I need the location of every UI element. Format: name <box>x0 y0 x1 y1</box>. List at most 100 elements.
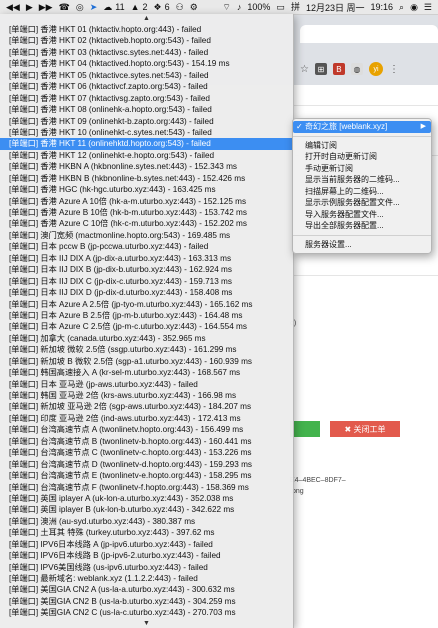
server-list-item[interactable]: [单端口] 香港 HKT 11 (onlinehktd.hopto.org:54… <box>0 138 293 150</box>
separator <box>293 234 431 236</box>
server-list-item[interactable]: [单端口] 香港 HKT 05 (hktactivce.sytes.net:54… <box>0 70 293 81</box>
server-list-item[interactable]: [单端口] 香港 HKT 06 (hktactivcf.zapto.org:54… <box>0 81 293 92</box>
submenu-group: 编辑订阅 打开时自动更新订阅 手动更新订阅 显示当前服务器的二维码... 扫描屏幕上的二… <box>293 140 431 232</box>
checkmark-icon: ✓ <box>296 122 303 131</box>
server-list-item[interactable]: [单端口] 台湾高速节点 D (twonlinetv-d.hopto.org:4… <box>0 459 293 470</box>
server-list-item[interactable]: [单端口] 香港 HGC (hk-hgc.uturbo.xyz:443) - 1… <box>0 184 293 195</box>
server-list-item[interactable]: [单端口] 新加坡 B 微软 2.5倍 (sgp-a1.uturbo.xyz:4… <box>0 356 293 367</box>
vlc-icon[interactable]: ▲ <box>131 0 140 14</box>
server-list-item[interactable]: [单端口] 韩国高速接入 A (kr-sel-m.uturbo.xyz:443)… <box>0 367 293 378</box>
server-list-item[interactable]: [单端口] 日本 Azure C 2.5倍 (jp-m-c.uturbo.xyz… <box>0 321 293 332</box>
server-list-item[interactable]: [单端口] 日本 亚马逊 (jp-aws.uturbo.xyz:443) - f… <box>0 379 293 390</box>
server-list-item[interactable]: [单端口] 香港 HKT 03 (hktactivsc.sytes.net:44… <box>0 47 293 58</box>
server-list-item[interactable]: [单端口] 土耳其 特殊 (turkey.uturbo.xyz:443) - 3… <box>0 527 293 538</box>
people-icon[interactable]: ⚇ <box>176 0 184 14</box>
extension-red-icon[interactable]: B <box>332 63 345 75</box>
gear-icon[interactable]: ⚙ <box>190 0 198 14</box>
battery-icon[interactable]: ▭ <box>276 0 285 14</box>
server-list-item[interactable]: [单端口] 日本 IIJ DIX A (jp-dix-a.uturbo.xyz:… <box>0 253 293 264</box>
server-list-item[interactable]: [单端口] 香港 HKT 09 (onlinehkt-b.zapto.org:4… <box>0 116 293 127</box>
input-method-icon[interactable]: 拼 <box>291 0 300 14</box>
server-list-item[interactable]: [单端口] 台湾高速节点 F (twonlinetv-f.hopto.org:4… <box>0 482 293 493</box>
shell-icon[interactable]: ❖ <box>154 0 162 14</box>
server-list-item[interactable]: [单端口] 香港 Azure B 10倍 (hk-b-m.uturbo.xyz:… <box>0 207 293 218</box>
subscription-header[interactable]: ✓ 奇幻之旅 [weblank.xyz] ▶ <box>293 121 431 133</box>
server-list-item[interactable]: [单端口] 日本 pccw B (jp-pccwa.uturbo.xyz:443… <box>0 241 293 252</box>
server-list-item[interactable]: [单端口] 香港 HKT 10 (onlinehkt-c.sytes.net:5… <box>0 127 293 138</box>
volume-icon[interactable]: ♪ <box>237 0 242 14</box>
bookmark-star-icon[interactable]: ☆ <box>300 64 309 75</box>
server-list-item[interactable]: [单端口] 香港 Azure A 10倍 (hk-a-m.uturbo.xyz:… <box>0 196 293 207</box>
server-list-item[interactable]: [单端口] 香港 HKBN A (hkbnonline.sytes.net:44… <box>0 161 293 172</box>
extension-icon[interactable]: ⊞ <box>314 63 327 75</box>
cloud-icon[interactable]: ☁ <box>103 0 112 14</box>
server-list-item[interactable]: [单端口] 新加坡 亚马逊 2倍 (sgp-aws.uturbo.xyz:443… <box>0 401 293 412</box>
submenu-item[interactable]: 编辑订阅 <box>293 140 431 152</box>
server-list-item[interactable]: [单端口] 澳门宽频 (mactmonline.hopto.org:543) -… <box>0 230 293 241</box>
server-list-item[interactable]: [单端口] 日本 IIJ DIX B (jp-dix-b.uturbo.xyz:… <box>0 264 293 275</box>
submenu-item[interactable]: 服务器设置... <box>293 239 431 251</box>
browser-tab[interactable] <box>300 25 438 43</box>
server-list-item[interactable]: [单端口] 台湾高速节点 C (twonlinetv-c.hopto.org:4… <box>0 447 293 458</box>
search-icon[interactable]: ⌕ <box>399 0 404 14</box>
more-icon[interactable]: ⋮ <box>389 64 399 75</box>
server-list-item[interactable]: [单端口] 美国GIA CN2 B (us-la-b.uturbo.xyz:44… <box>0 596 293 607</box>
server-list-item[interactable]: [单端口] 香港 HKT 01 (hktactiv.hopto.org:443)… <box>0 24 293 35</box>
siri-icon[interactable]: ◉ <box>410 0 418 14</box>
server-list-item[interactable]: [单端口] 韩国 亚马逊 2倍 (krs-aws.uturbo.xyz:443)… <box>0 390 293 401</box>
server-list-item[interactable]: [单端口] 台湾高速节点 A (twonlinetv.hopto.org:443… <box>0 424 293 435</box>
submenu-item[interactable]: 打开时自动更新订阅 <box>293 151 431 163</box>
green-button[interactable] <box>290 421 320 437</box>
server-list-item[interactable]: [单端口] 英国 iplayer A (uk-lon-a.uturbo.xyz:… <box>0 493 293 504</box>
submenu-item[interactable]: 扫描屏幕上的二维码... <box>293 186 431 198</box>
submenu-item[interactable]: 导入服务器配置文件... <box>293 209 431 221</box>
send-icon[interactable]: ➤ <box>90 0 98 14</box>
battery-percentage: 100% <box>247 2 271 12</box>
server-list-item[interactable]: [单端口] 最新域名: weblank.xyz (1.1.2.2:443) - … <box>0 573 293 584</box>
submenu-item[interactable]: 导出全部服务器配置... <box>293 220 431 232</box>
server-list-item[interactable]: [单端口] IPV6日本线路 B (jp-ipv6-2.uturbo.xyz:4… <box>0 550 293 561</box>
server-list-item[interactable]: [单端口] IPV6日本线路 A (jp-ipv6.uturbo.xyz:443… <box>0 539 293 550</box>
submenu-item[interactable]: 显示示例服务器配置文件... <box>293 197 431 209</box>
server-list-item[interactable]: [单端口] 香港 HKT 12 (onlinehkt-e.hopto.org:5… <box>0 150 293 161</box>
avatar[interactable]: yi <box>368 62 383 76</box>
subscription-submenu: ✓ 奇幻之旅 [weblank.xyz] ▶ 编辑订阅 打开时自动更新订阅 手动更新… <box>292 118 432 254</box>
server-list-item[interactable]: [单端口] 台湾高速节点 B (twonlinetv-b.hopto.org:4… <box>0 436 293 447</box>
server-list-item[interactable]: [单端口] 美国GIA CN2 C (us-la-c.uturbo.xyz:44… <box>0 607 293 618</box>
server-list: [单端口] 香港 HKT 01 (hktactiv.hopto.org:443)… <box>0 24 293 619</box>
phone-icon[interactable]: ☎ <box>59 0 70 14</box>
submenu-item[interactable]: 手动更新订阅 <box>293 163 431 175</box>
next-track-icon[interactable]: ▶▶ <box>39 0 53 14</box>
server-list-item[interactable]: [单端口] IPV6美国线路 (us-ipv6.uturbo.xyz:443) … <box>0 562 293 573</box>
vpn-icon[interactable]: ◎ <box>76 0 84 14</box>
submenu-item[interactable]: 显示当前服务器的二维码... <box>293 174 431 186</box>
server-list-item[interactable]: [单端口] 澳洲 (au-syd.uturbo.xyz:443) - 380.3… <box>0 516 293 527</box>
server-list-item[interactable]: [单端口] 日本 IIJ DIX D (jp-dix-d.uturbo.xyz:… <box>0 287 293 298</box>
menubar-time[interactable]: 19:16 <box>370 2 393 12</box>
server-list-item[interactable]: [单端口] 英国 iplayer B (uk-lon-b.uturbo.xyz:… <box>0 504 293 515</box>
server-list-item[interactable]: [单端口] 日本 Azure B 2.5倍 (jp-m-b.uturbo.xyz… <box>0 310 293 321</box>
server-list-item[interactable]: [单端口] 香港 HKBN B (hkbnonline-b.sytes.net:… <box>0 173 293 184</box>
notification-count: 6 <box>164 2 170 12</box>
server-list-item[interactable]: [单端口] 香港 HKT 04 (hktactived.hopto.org:54… <box>0 58 293 69</box>
scroll-up-icon[interactable]: ▲ <box>0 14 293 24</box>
background-text-fragment: E4–4BEC–8DF7– <box>290 477 346 484</box>
server-list-item[interactable]: [单端口] 日本 IIJ DIX C (jp-dix-c.uturbo.xyz:… <box>0 276 293 287</box>
server-list-item[interactable]: [单端口] 印度 亚马逊 2倍 (ind-aws.uturbo.xyz:443)… <box>0 413 293 424</box>
server-list-item[interactable]: [单端口] 香港 Azure C 10倍 (hk-c-m.uturbo.xyz:… <box>0 218 293 229</box>
server-list-item[interactable]: [单端口] 美国GIA CN2 A (us-la-a.uturbo.xyz:44… <box>0 584 293 595</box>
server-list-item[interactable]: [单端口] 日本 Azure A 2.5倍 (jp-tyo-m.uturbo.x… <box>0 299 293 310</box>
server-list-item[interactable]: [单端口] 香港 HKT 08 (onlinehk-a.hopto.org:54… <box>0 104 293 115</box>
previous-track-icon[interactable]: ◀◀ <box>6 0 20 14</box>
scroll-down-icon[interactable]: ▼ <box>0 619 293 628</box>
wifi-icon[interactable]: ⌔ <box>222 0 230 14</box>
server-list-item[interactable]: [单端口] 香港 HKT 07 (hktactivsg.zapto.org:54… <box>0 93 293 104</box>
close-ticket-button[interactable]: ✖ 关闭工单 <box>330 421 400 437</box>
server-list-item[interactable]: [单端口] 台湾高速节点 E (twonlinetv-e.hopto.org:4… <box>0 470 293 481</box>
server-list-item[interactable]: [单端口] 新加坡 微软 2.5倍 (ssgp.uturbo.xyz:443) … <box>0 344 293 355</box>
extension-ghost-icon[interactable]: ◍ <box>350 63 363 75</box>
play-icon[interactable]: ▶ <box>26 0 33 14</box>
server-list-item[interactable]: [单端口] 加拿大 (canada.uturbo.xyz:443) - 352.… <box>0 333 293 344</box>
server-list-item[interactable]: [单端口] 香港 HKT 02 (hktactiveb.hopto.org:54… <box>0 35 293 46</box>
notification-center-icon[interactable]: ☰ <box>424 0 432 14</box>
